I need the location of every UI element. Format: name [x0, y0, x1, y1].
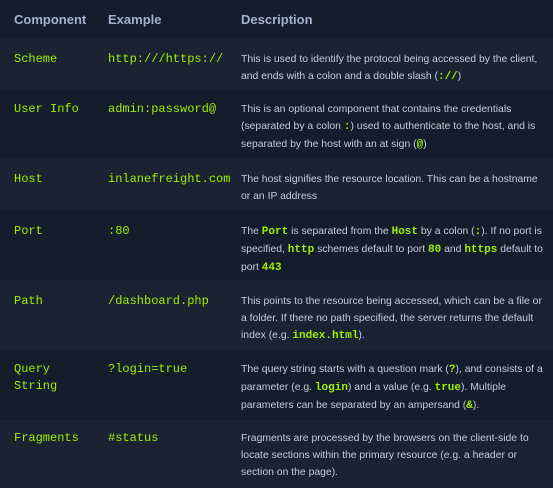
- description-cell: This is used to identify the protocol be…: [241, 54, 538, 83]
- description-cell: This points to the resource being access…: [241, 296, 542, 342]
- table-row: Host inlanefreight.com The host signifie…: [0, 158, 553, 210]
- description-cell: This is an optional component that conta…: [241, 104, 536, 151]
- inline-code: login: [314, 382, 348, 394]
- table-row: Port :80 The Port is separated from the …: [0, 210, 553, 280]
- inline-code: http: [287, 244, 315, 256]
- inline-code: 443: [261, 262, 282, 274]
- url-components-table: Component Example Description Scheme htt…: [0, 0, 553, 488]
- example-cell: #status: [108, 431, 159, 445]
- table-row: Scheme http:///https:// This is used to …: [0, 38, 553, 90]
- inline-code: :: [343, 121, 351, 133]
- component-cell: Query String: [14, 362, 58, 393]
- example-cell: ?login=true: [108, 362, 188, 376]
- inline-code: @: [416, 139, 424, 151]
- example-cell: admin:password@: [108, 102, 217, 116]
- table-row: Fragments #status Fragments are processe…: [0, 420, 553, 488]
- component-cell: User Info: [14, 102, 79, 116]
- example-cell: http:///https://: [108, 52, 224, 66]
- inline-code: index.html: [292, 330, 359, 342]
- example-cell: :80: [108, 224, 130, 238]
- component-cell: Host: [14, 172, 43, 186]
- header-description: Description: [241, 12, 313, 27]
- inline-code: ?: [448, 364, 456, 376]
- inline-code: true: [434, 382, 461, 394]
- table-row: Path /dashboard.php This points to the r…: [0, 280, 553, 350]
- header-example: Example: [108, 12, 162, 27]
- example-cell: inlanefreight.com: [108, 172, 231, 186]
- inline-code: &: [466, 400, 473, 412]
- component-cell: Scheme: [14, 52, 58, 66]
- inline-code: https: [464, 244, 498, 256]
- description-cell: The Port is separated from the Host by a…: [241, 226, 543, 274]
- component-cell: Port: [14, 224, 43, 238]
- inline-code: ://: [437, 71, 458, 83]
- example-cell: /dashboard.php: [108, 294, 209, 308]
- table-header: Component Example Description: [0, 0, 553, 38]
- header-component: Component: [14, 12, 87, 27]
- table-row: User Info admin:password@ This is an opt…: [0, 90, 553, 158]
- description-cell: The host signifies the resource location…: [241, 174, 538, 202]
- table-row: Query String ?login=true The query strin…: [0, 350, 553, 420]
- description-cell: Fragments are processed by the browsers …: [241, 433, 529, 478]
- inline-code: Host: [391, 226, 418, 238]
- inline-code: :: [474, 226, 482, 238]
- inline-code: 80: [427, 244, 442, 256]
- description-cell: The query string starts with a question …: [241, 364, 543, 412]
- component-cell: Path: [14, 294, 43, 308]
- inline-code: Port: [261, 226, 289, 238]
- component-cell: Fragments: [14, 431, 79, 445]
